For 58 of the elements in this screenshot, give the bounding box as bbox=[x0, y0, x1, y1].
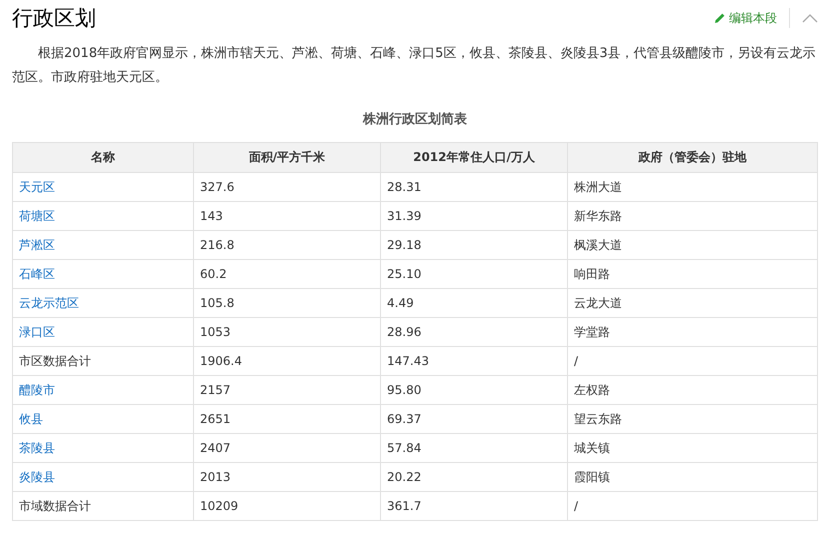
column-header: 面积/平方千米 bbox=[194, 142, 380, 172]
table-cell: 株洲大道 bbox=[568, 172, 818, 202]
place-link[interactable]: 天元区 bbox=[19, 180, 55, 194]
column-header: 政府（管委会）驻地 bbox=[568, 142, 818, 172]
table-cell: 2157 bbox=[194, 376, 380, 404]
table-cell: 69.37 bbox=[380, 404, 568, 434]
place-link[interactable]: 渌口区 bbox=[19, 324, 55, 338]
column-header: 2012年常住人口/万人 bbox=[380, 142, 568, 172]
table-cell: 361.7 bbox=[380, 492, 568, 520]
table-cell: 2013 bbox=[194, 462, 380, 492]
table-cell: 105.8 bbox=[194, 288, 380, 318]
table-cell: 学堂路 bbox=[568, 318, 818, 346]
pencil-icon bbox=[714, 12, 726, 24]
table-cell: 60.2 bbox=[194, 260, 380, 288]
place-link[interactable]: 荷塘区 bbox=[19, 208, 55, 222]
table-cell: 25.10 bbox=[380, 260, 568, 288]
table-cell: 2651 bbox=[194, 404, 380, 434]
place-link[interactable]: 云龙示范区 bbox=[19, 296, 79, 310]
column-header: 名称 bbox=[12, 142, 194, 172]
place-link[interactable]: 炎陵县 bbox=[19, 470, 55, 484]
table-cell: / bbox=[568, 346, 818, 376]
table-caption: 株洲行政区划简表 bbox=[362, 111, 468, 128]
table-cell: 28.96 bbox=[380, 318, 568, 346]
table-cell: 327.6 bbox=[194, 172, 380, 202]
place-link[interactable]: 醴陵市 bbox=[19, 382, 55, 396]
table-cell: 95.80 bbox=[380, 376, 568, 404]
paragraph: 根据2018年政府官网显示，株洲市辖天元、芦淞、荷塘、石峰、渌口5区，攸县、茶陵县、炎陵县3县，代管县级醴陵市，另设有云龙示范区。市政府驻地天元区。 bbox=[12, 45, 817, 87]
table-cell: 20.22 bbox=[380, 462, 568, 492]
table-cell: 28.31 bbox=[380, 172, 568, 202]
collapse-icon[interactable] bbox=[802, 13, 818, 23]
table-cell: / bbox=[568, 492, 818, 520]
table-cell: 1053 bbox=[194, 318, 380, 346]
place-link[interactable]: 攸县 bbox=[19, 412, 43, 426]
table-cell: 响田路 bbox=[568, 260, 818, 288]
table-cell: 枫溪大道 bbox=[568, 230, 818, 260]
section-title: 行政区划 bbox=[12, 5, 96, 32]
edit-link[interactable]: 编辑本段 bbox=[714, 10, 777, 26]
table-cell: 143 bbox=[194, 202, 380, 230]
table-cell: 市域数据合计 bbox=[12, 492, 194, 520]
table-cell: 31.39 bbox=[380, 202, 568, 230]
table-cell: 216.8 bbox=[194, 230, 380, 260]
table-cell: 云龙大道 bbox=[568, 288, 818, 318]
table-cell: 4.49 bbox=[380, 288, 568, 318]
table-cell: 10209 bbox=[194, 492, 380, 520]
table-cell: 望云东路 bbox=[568, 404, 818, 434]
table-cell: 1906.4 bbox=[194, 346, 380, 376]
table-cell: 29.18 bbox=[380, 230, 568, 260]
table-cell: 市区数据合计 bbox=[12, 346, 194, 376]
table-cell: 城关镇 bbox=[568, 434, 818, 462]
table-cell: 147.43 bbox=[380, 346, 568, 376]
place-link[interactable]: 石峰区 bbox=[19, 266, 55, 280]
table-cell: 新华东路 bbox=[568, 202, 818, 230]
table-cell: 57.84 bbox=[380, 434, 568, 462]
table-cell: 霞阳镇 bbox=[568, 462, 818, 492]
place-link[interactable]: 茶陵县 bbox=[19, 440, 55, 454]
place-link[interactable]: 芦淞区 bbox=[19, 238, 55, 252]
table-cell: 2407 bbox=[194, 434, 380, 462]
table-cell: 左权路 bbox=[568, 376, 818, 404]
